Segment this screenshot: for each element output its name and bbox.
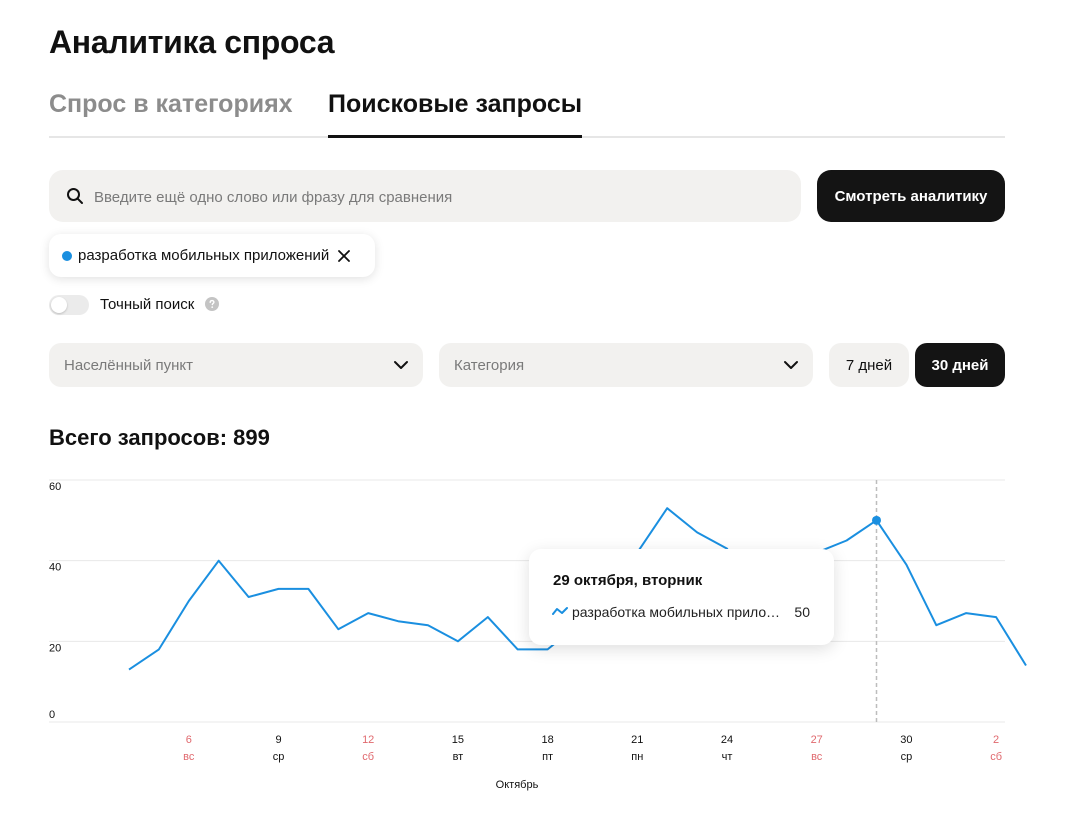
x-tick-weekday: пт [542, 751, 553, 763]
y-tick-label: 60 [49, 481, 61, 493]
page-title: Аналитика спроса [49, 24, 335, 60]
x-tick-day: 18 [541, 734, 553, 746]
x-tick-weekday: чт [722, 751, 733, 763]
search-input[interactable] [92, 170, 786, 224]
tooltip-value: 50 [794, 604, 810, 620]
x-tick-weekday: ср [901, 751, 913, 763]
exact-search-label: Точный поиск [100, 296, 195, 313]
toggle-knob [51, 297, 67, 313]
city-select-label: Населённый пункт [64, 356, 194, 374]
x-tick-day: 24 [721, 734, 733, 746]
x-axis-label: Октябрь [496, 779, 539, 791]
x-tick-weekday: вс [183, 751, 195, 763]
x-tick-day: 12 [362, 734, 374, 746]
series-color-dot [62, 250, 72, 261]
exact-search-toggle[interactable] [49, 295, 89, 315]
y-tick-label: 0 [49, 709, 55, 721]
chart-tooltip: 29 октября, вторник разработка мобильных… [529, 549, 834, 645]
x-tick-day: 6 [186, 734, 192, 746]
query-chip-label: разработка мобильных приложений [78, 247, 330, 264]
x-tick-day: 2 [993, 734, 999, 746]
close-icon[interactable] [335, 247, 353, 265]
x-tick-day: 27 [811, 734, 823, 746]
search-icon [67, 188, 83, 204]
tooltip-series-name: разработка мобильных приложений [572, 604, 782, 620]
chevron-down-icon [784, 361, 798, 369]
tab-category-demand[interactable]: Спрос в категориях [49, 90, 293, 136]
x-tick-weekday: сб [990, 751, 1002, 763]
highlight-point [872, 515, 881, 525]
x-tick-day: 21 [631, 734, 643, 746]
category-select-label: Категория [454, 356, 525, 374]
tabs-bar: Спрос в категориях Поисковые запросы [49, 90, 1005, 138]
x-tick-day: 9 [275, 734, 281, 746]
help-icon[interactable] [205, 297, 219, 311]
x-tick-weekday: пн [631, 751, 643, 763]
x-tick-weekday: сб [362, 751, 374, 763]
x-tick-weekday: вс [811, 751, 823, 763]
city-select[interactable]: Населённый пункт [49, 343, 423, 387]
total-requests: Всего запросов: 899 [49, 425, 270, 450]
y-tick-label: 20 [49, 642, 61, 654]
x-tick-weekday: ср [273, 751, 285, 763]
search-box [49, 170, 801, 224]
x-tick-day: 15 [452, 734, 464, 746]
query-chip: разработка мобильных приложений [49, 234, 375, 277]
tab-search-queries[interactable]: Поисковые запросы [328, 90, 583, 138]
y-tick-label: 40 [49, 562, 61, 574]
x-tick-day: 30 [900, 734, 912, 746]
period-7-days-button[interactable]: 7 дней [829, 343, 909, 387]
chevron-down-icon [394, 361, 408, 369]
view-analytics-button[interactable]: Смотреть аналитику [817, 170, 1005, 222]
period-30-days-button[interactable]: 30 дней [915, 343, 1005, 387]
line-series-icon [552, 607, 568, 615]
x-tick-weekday: вт [453, 751, 464, 763]
tooltip-date: 29 октября, вторник [553, 572, 703, 589]
category-select[interactable]: Категория [439, 343, 813, 387]
